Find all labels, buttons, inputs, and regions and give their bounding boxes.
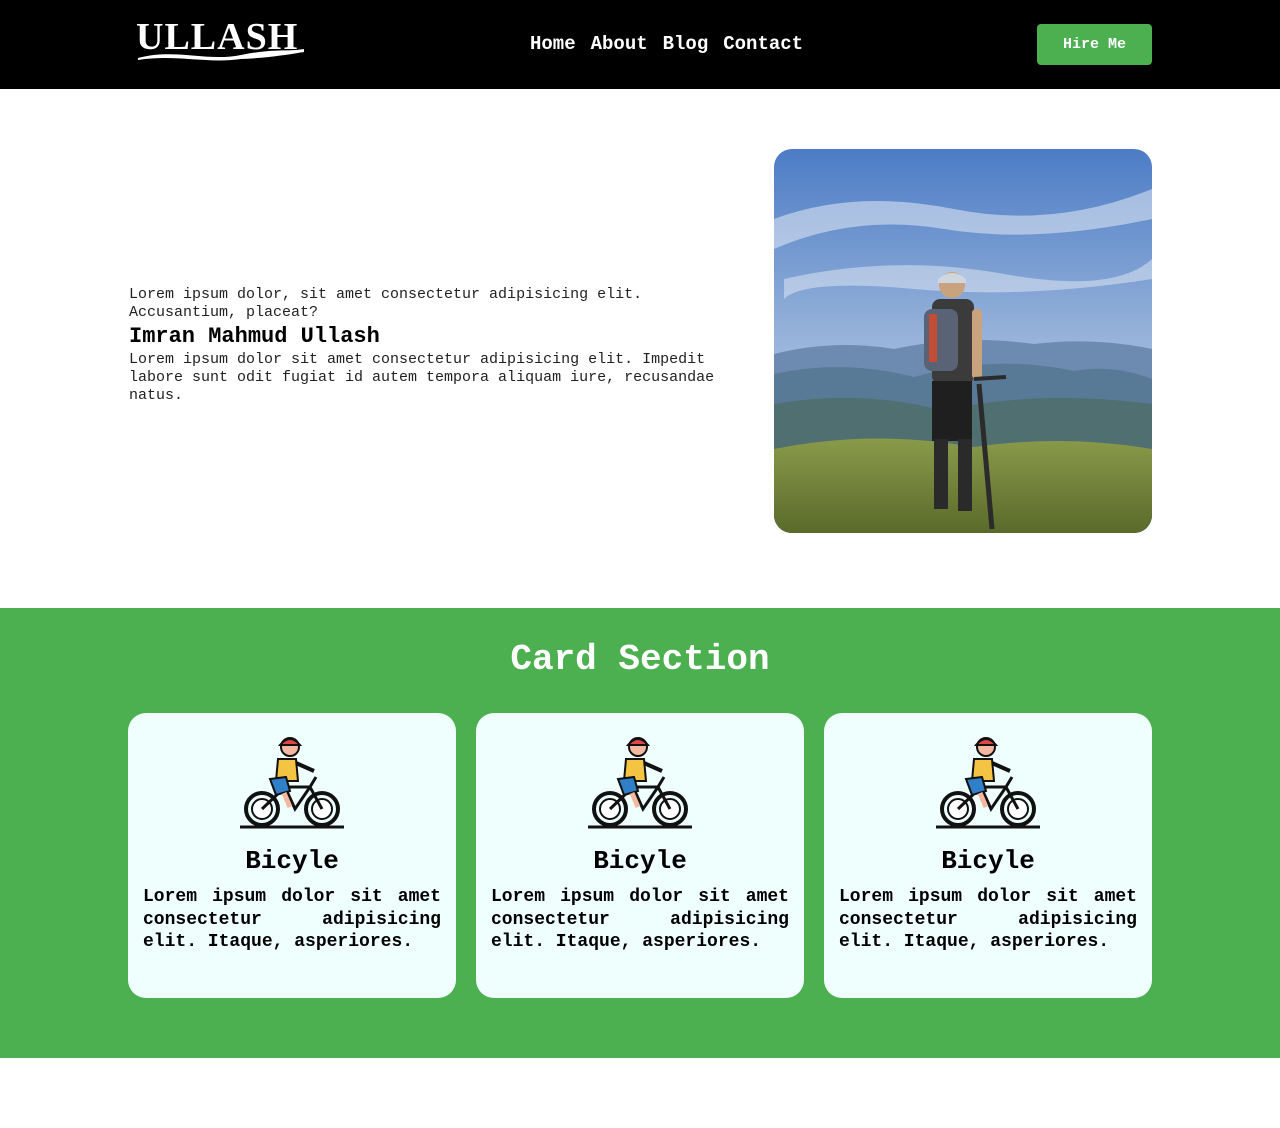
hero-name: Imran Mahmud Ullash: [129, 324, 380, 349]
nav-blog-link[interactable]: Blog: [663, 32, 709, 56]
main-nav: Home About Blog Contact: [530, 32, 803, 56]
top-navbar: ULLASH Home About Blog Contact Hire Me: [0, 0, 1280, 89]
hero-intro: Lorem ipsum dolor, sit amet consectetur …: [129, 286, 643, 321]
cyclist-icon: [240, 737, 344, 829]
card-title: Bicyle: [941, 846, 1035, 876]
card-title: Bicyle: [593, 846, 687, 876]
card-title: Bicyle: [245, 846, 339, 876]
logo-swoosh-icon: [138, 49, 304, 61]
hire-me-button[interactable]: Hire Me: [1037, 24, 1152, 65]
nav-contact-link[interactable]: Contact: [723, 32, 803, 56]
site-logo[interactable]: ULLASH: [136, 18, 306, 66]
hero-description: Lorem ipsum dolor sit amet consectetur a…: [129, 351, 715, 404]
cyclist-icon: [588, 737, 692, 829]
card-text: Lorem ipsum dolor sit amet consectetur a…: [143, 887, 441, 952]
card: Bicyle Lorem ipsum dolor sit amet consec…: [128, 713, 456, 998]
hero-photo: [774, 149, 1152, 533]
hero-text-block: Lorem ipsum dolor, sit amet consectetur …: [129, 286, 759, 405]
card-section: Card Section Bicyle Lorem ipsum dolor si…: [0, 608, 1280, 1058]
nav-about-link[interactable]: About: [591, 32, 648, 56]
card-section-title: Card Section: [510, 639, 770, 680]
card: Bicyle Lorem ipsum dolor sit amet consec…: [476, 713, 804, 998]
card: Bicyle Lorem ipsum dolor sit amet consec…: [824, 713, 1152, 998]
card-text: Lorem ipsum dolor sit amet consectetur a…: [491, 887, 789, 952]
card-text: Lorem ipsum dolor sit amet consectetur a…: [839, 887, 1137, 952]
nav-home-link[interactable]: Home: [530, 32, 576, 56]
cyclist-icon: [936, 737, 1040, 829]
